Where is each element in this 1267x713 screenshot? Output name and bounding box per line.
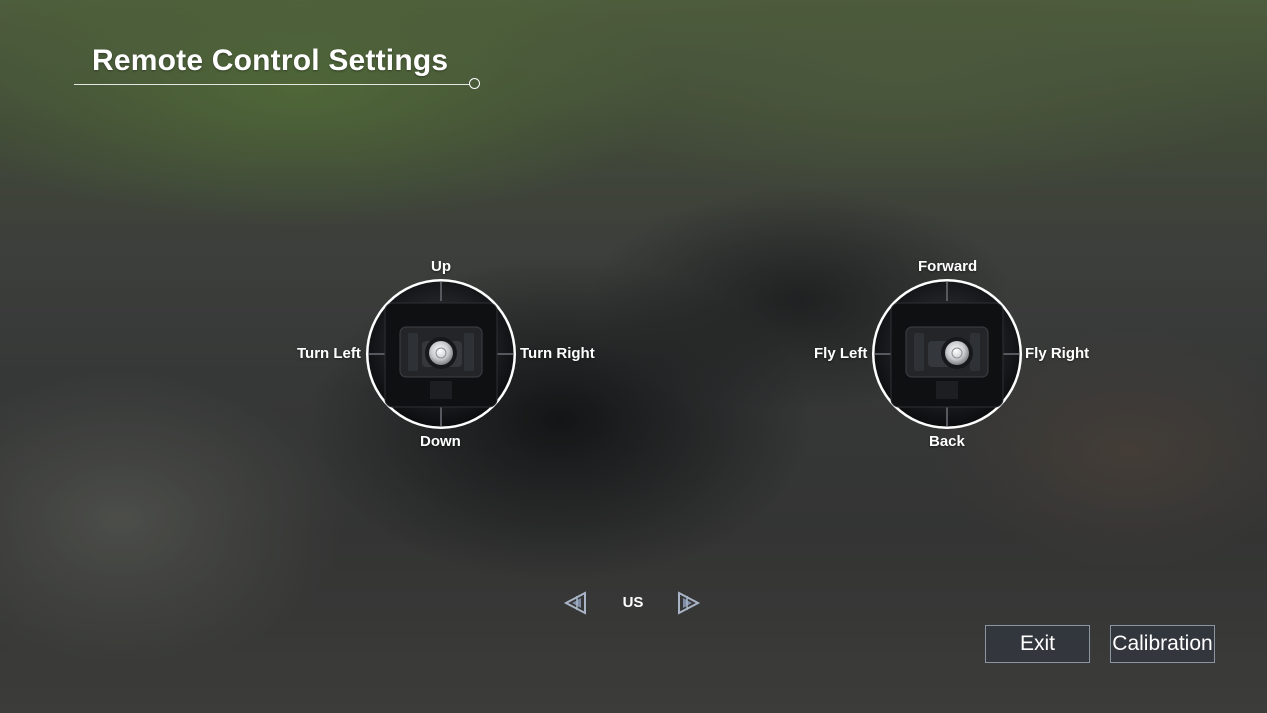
left-joystick[interactable] — [364, 277, 518, 431]
remote-control-settings-screen: Remote Control Settings Up Down Turn Lef… — [0, 0, 1267, 713]
mode-selector: US — [563, 590, 703, 616]
triangle-right-icon — [678, 591, 701, 615]
title-underline-dot — [469, 78, 480, 89]
mode-value: US — [622, 594, 644, 611]
next-mode-button[interactable] — [675, 590, 701, 616]
triangle-left-icon — [563, 591, 586, 615]
right-stick-right-label: Fly Right — [1025, 345, 1090, 362]
title-underline — [74, 84, 470, 85]
joystick-icon — [366, 279, 516, 429]
right-stick-down-label: Back — [929, 433, 965, 450]
page-title: Remote Control Settings — [92, 44, 449, 77]
left-stick-down-label: Down — [420, 433, 461, 450]
left-stick-right-label: Turn Right — [520, 345, 595, 362]
exit-button[interactable]: Exit — [985, 625, 1090, 663]
right-joystick[interactable] — [870, 277, 1024, 431]
calibration-button[interactable]: Calibration — [1110, 625, 1215, 663]
right-stick-left-label: Fly Left — [814, 345, 868, 362]
prev-mode-button[interactable] — [563, 590, 589, 616]
joystick-icon — [872, 279, 1022, 429]
right-stick-up-label: Forward — [918, 258, 978, 275]
left-stick-up-label: Up — [431, 258, 451, 275]
left-stick-left-label: Turn Left — [297, 345, 361, 362]
